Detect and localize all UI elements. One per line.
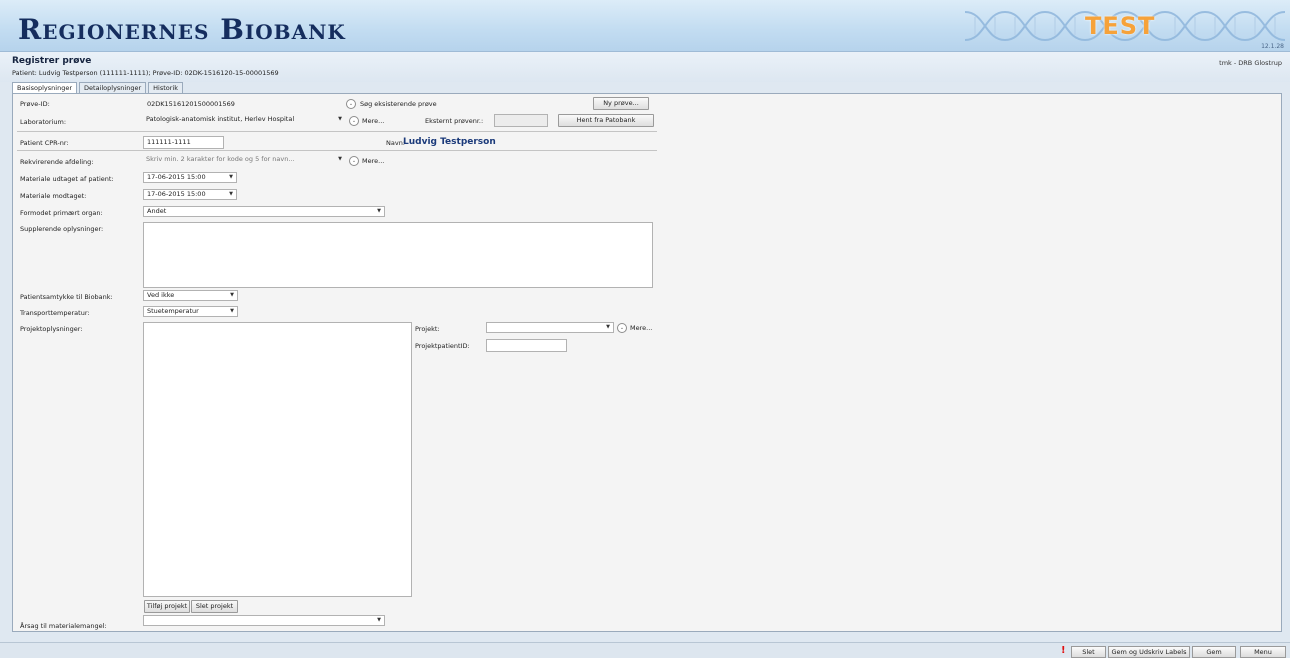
laboratory-select[interactable]: Patologisk-anatomisk institut, Herlev Ho… (143, 115, 345, 126)
supplementary-textarea[interactable] (143, 222, 653, 288)
add-project-button[interactable]: Tilføj projekt (144, 600, 190, 613)
page-title: Registrer prøve (12, 56, 92, 66)
user-info: tmk - DRB Glostrup (1219, 59, 1282, 67)
supplementary-label: Supplerende oplysninger: (20, 225, 104, 233)
material-received-datetime[interactable]: 17-06-2015 15:00 (143, 189, 237, 200)
organ-select[interactable]: Andet (143, 206, 385, 217)
patient-sample-subtitle: Patient: Ludvig Testperson (111111-1111)… (12, 69, 279, 77)
requesting-dept-more-icon[interactable]: ⌄ (349, 156, 359, 166)
divider (17, 150, 657, 151)
project-more-icon[interactable]: ⌄ (617, 323, 627, 333)
footer-toolbar: ! Slet Gem og Udskriv Labels Gem Menu (0, 642, 1290, 658)
transport-select[interactable]: Stuetemperatur (143, 306, 238, 317)
consent-label: Patientsamtykke til Biobank: (20, 293, 113, 301)
material-taken-label: Materiale udtaget af patient: (20, 175, 114, 183)
requesting-dept-label: Rekvirerende afdeling: (20, 158, 94, 166)
project-patient-id-input[interactable] (486, 339, 567, 352)
cpr-input[interactable]: 111111-1111 (143, 136, 224, 149)
project-select[interactable] (486, 322, 614, 333)
project-info-label: Projektoplysninger: (20, 325, 83, 333)
divider (17, 131, 657, 132)
transport-label: Transporttemperatur: (20, 309, 90, 317)
patient-name: Ludvig Testperson (403, 137, 496, 147)
laboratory-label: Laboratorium: (20, 118, 67, 126)
project-label: Projekt: (415, 325, 440, 333)
delete-project-button[interactable]: Slet projekt (191, 600, 238, 613)
cpr-label: Patient CPR-nr: (20, 139, 69, 147)
external-sample-label: Eksternt prøvenr.: (425, 117, 484, 125)
project-list[interactable] (143, 322, 412, 597)
prove-id-value: 02DK15161201500001569 (147, 100, 235, 108)
menu-button[interactable]: Menu (1240, 646, 1286, 658)
app-title: Regionernes Biobank (18, 13, 346, 46)
shortage-reason-label: Årsag til materialemangel: (20, 622, 107, 630)
laboratory-more-icon[interactable]: ⌄ (349, 116, 359, 126)
laboratory-more-link[interactable]: Mere... (362, 117, 384, 125)
project-more-link[interactable]: Mere... (630, 324, 652, 332)
new-sample-button[interactable]: Ny prøve... (593, 97, 649, 110)
tab-historik[interactable]: Historik (148, 82, 184, 93)
shortage-reason-select[interactable] (143, 615, 385, 626)
save-button[interactable]: Gem (1192, 646, 1236, 658)
prove-id-label: Prøve-ID: (20, 100, 50, 108)
test-environment-badge: TEST (1085, 12, 1156, 40)
fetch-patobank-button[interactable]: Hent fra Patobank (558, 114, 654, 127)
app-banner: Regionernes Biobank TEST 12.1.28 (0, 0, 1290, 52)
consent-select[interactable]: Ved ikke (143, 290, 238, 301)
requesting-dept-more-link[interactable]: Mere... (362, 157, 384, 165)
tab-detailoplysninger[interactable]: Detailoplysninger (79, 82, 147, 93)
delete-button[interactable]: Slet (1071, 646, 1106, 658)
tab-bar: Basisoplysninger Detailoplysninger Histo… (12, 82, 185, 93)
material-taken-datetime[interactable]: 17-06-2015 15:00 (143, 172, 237, 183)
form-panel: Prøve-ID: 02DK15161201500001569 ⌄ Søg ek… (12, 93, 1282, 632)
material-received-label: Materiale modtaget: (20, 192, 87, 200)
external-sample-input[interactable] (494, 114, 548, 127)
version-number: 12.1.28 (1261, 43, 1284, 50)
organ-label: Formodet primært organ: (20, 209, 103, 217)
project-patient-id-label: ProjektpatientID: (415, 342, 470, 350)
search-existing-icon[interactable]: ⌄ (346, 99, 356, 109)
save-print-labels-button[interactable]: Gem og Udskriv Labels (1108, 646, 1190, 658)
requesting-dept-select[interactable]: Skriv min. 2 karakter for kode og 5 for … (143, 155, 345, 166)
warning-icon: ! (1061, 645, 1066, 656)
search-existing-link[interactable]: Søg eksisterende prøve (360, 100, 437, 108)
page-header: Registrer prøve Patient: Ludvig Testpers… (0, 52, 1290, 82)
tab-basisoplysninger[interactable]: Basisoplysninger (12, 82, 78, 93)
